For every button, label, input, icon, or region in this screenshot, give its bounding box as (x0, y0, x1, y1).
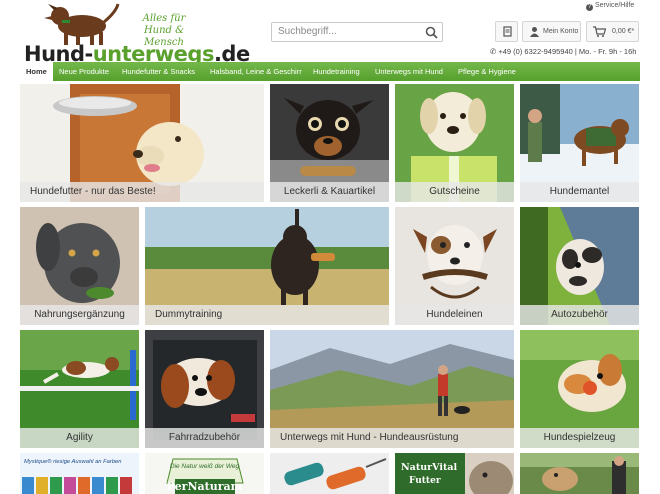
tile-label: Hundefutter - nur das Beste! (20, 182, 264, 202)
tile-label: Autozubehör (520, 305, 639, 325)
tile-label: NaturVital (401, 462, 458, 473)
tile-label: Fahrradzubehör (145, 428, 264, 448)
tile-slogan: Die Natur weiß der Weg (169, 463, 240, 470)
tile-label: Nahrungsergänzung (20, 305, 139, 325)
nav-training[interactable]: Hundetraining (313, 62, 360, 81)
dog-outdoor-image (520, 453, 639, 494)
tile-vouchers[interactable]: Gutscheine (395, 84, 514, 202)
cart-button[interactable]: 0,00 €* (586, 21, 639, 42)
search-input[interactable]: Suchbegriff... (278, 26, 337, 37)
tile-label: Hundemantel (520, 182, 639, 202)
naturvital-image (395, 453, 514, 494)
logo[interactable]: Alles für Hund & Mensch Hund-unterwegs.d… (24, 2, 250, 66)
nav-care[interactable]: Pflege & Hygiene (458, 62, 516, 81)
nav-collar-leash[interactable]: Halsband, Leine & Geschirr (210, 62, 302, 81)
phone-info: ✆ +49 (0) 6322-9495940 | Mo. - Fr. 9h - … (490, 47, 637, 56)
nav-food-snacks[interactable]: Hundefutter & Snacks (122, 62, 195, 81)
tile-treats[interactable]: Leckerli & Kauartikel (270, 84, 389, 202)
tile-label: Unterwegs mit Hund - Hundeausrüstung (270, 428, 514, 448)
tile-label: PerNaturam (166, 480, 243, 493)
account-button[interactable]: Mein Konto (522, 21, 581, 42)
nav-travel[interactable]: Unterwegs mit Hund (375, 62, 443, 81)
user-icon (530, 27, 539, 37)
tile-supplements[interactable]: Nahrungsergänzung (20, 207, 139, 325)
tile-mystique-collars[interactable]: Mystique® riesige Auswahl an Farben (20, 453, 139, 494)
tile-car-accessories[interactable]: Autozubehör (520, 207, 639, 325)
notepad-icon (503, 26, 512, 37)
tile-agility[interactable]: Agility (20, 330, 139, 448)
tile-label: Hundeleinen (395, 305, 514, 325)
account-label: Mein Konto (543, 28, 579, 35)
tile-naturvital[interactable]: NaturVital Futter (395, 453, 514, 494)
tile-pernaturam[interactable]: Die Natur weiß der Weg PerNaturam (145, 453, 264, 494)
tile-label: Dummytraining (145, 305, 389, 325)
tile-sublabel: Futter (409, 476, 441, 486)
dog-logo-icon (44, 3, 120, 45)
tile-travel-gear[interactable]: Unterwegs mit Hund - Hundeausrüstung (270, 330, 514, 448)
tile-label: Agility (20, 428, 139, 448)
help-icon: ? (586, 4, 593, 11)
tile-label: Leckerli & Kauartikel (270, 182, 389, 202)
notepad-button[interactable] (495, 21, 518, 42)
service-help-link[interactable]: ? Service/Hilfe (586, 2, 634, 11)
tile-label: Mystique® riesige Auswahl an Farben (24, 459, 122, 465)
nav-home[interactable]: Home (20, 62, 53, 81)
tile-outdoor[interactable] (520, 453, 639, 494)
tile-dummy-training[interactable]: Dummytraining (145, 207, 389, 325)
tile-toys[interactable]: Hundespielzeug (520, 330, 639, 448)
search-box[interactable]: Suchbegriff... (271, 22, 443, 42)
tile-label: Hundespielzeug (520, 428, 639, 448)
tile-dog-food[interactable]: Hundefutter - nur das Beste! (20, 84, 264, 202)
tile-bike-accessories[interactable]: Fahrradzubehör (145, 330, 264, 448)
nav-new-products[interactable]: Neue Produkte (59, 62, 109, 81)
cart-icon (593, 26, 606, 37)
main-nav: Home Neue Produkte Hundefutter & Snacks … (20, 62, 640, 81)
tile-dummies[interactable] (270, 453, 389, 494)
tile-leashes[interactable]: Hundeleinen (395, 207, 514, 325)
dummies-image (270, 453, 389, 494)
tile-dog-coat[interactable]: Hundemantel (520, 84, 639, 202)
search-icon[interactable] (425, 26, 438, 39)
cart-amount: 0,00 €* (612, 28, 635, 35)
tile-label: Gutscheine (395, 182, 514, 202)
